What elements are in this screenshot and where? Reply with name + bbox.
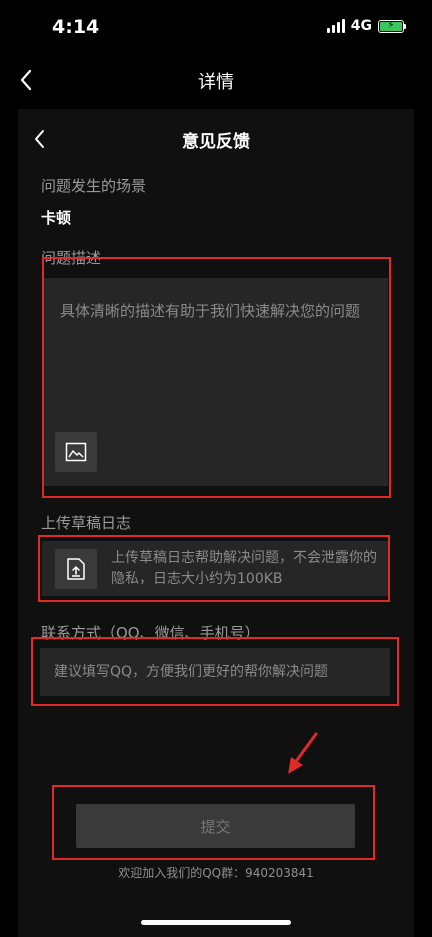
scene-label: 问题发生的场景 — [41, 177, 147, 195]
home-indicator[interactable] — [141, 920, 291, 925]
status-time: 4:14 — [52, 16, 100, 38]
submit-highlight — [52, 785, 375, 860]
scene-value: 卡顿 — [41, 209, 72, 227]
signal-icon — [326, 19, 345, 33]
qq-group-text: 欢迎加入我们的QQ群：940203841 — [118, 866, 314, 880]
description-highlight — [42, 257, 391, 498]
upload-highlight — [38, 535, 390, 602]
feedback-title: 意见反馈 — [182, 132, 250, 152]
status-indicators: 4G ⚡ — [326, 18, 406, 34]
charging-icon: ⚡ — [387, 20, 395, 31]
network-type: 4G — [350, 18, 372, 34]
annotation-arrow-icon — [288, 732, 318, 774]
battery-icon: ⚡ — [378, 19, 404, 33]
page-title: 详情 — [198, 72, 234, 93]
contact-highlight — [31, 637, 399, 706]
upload-label: 上传草稿日志 — [41, 514, 132, 532]
